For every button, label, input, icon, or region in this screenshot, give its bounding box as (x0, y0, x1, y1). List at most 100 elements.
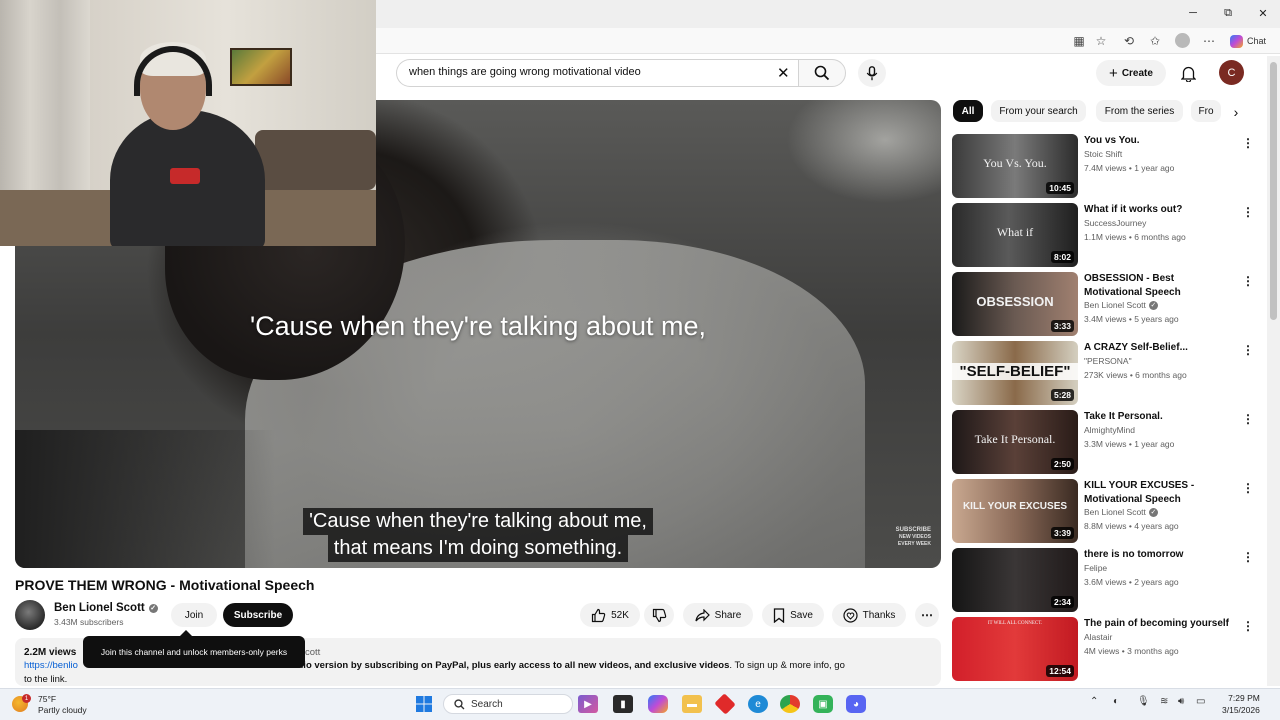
more-vertical-icon[interactable]: ⋮ (1242, 136, 1254, 150)
search-button[interactable] (798, 59, 846, 87)
green-app-icon[interactable]: ▣ (813, 695, 833, 713)
voice-search-button[interactable] (858, 59, 886, 87)
video-thumbnail[interactable]: OBSESSION 3:33 (952, 272, 1078, 336)
tray-app-icon[interactable]: ◐ (1113, 696, 1119, 707)
chat-button[interactable]: Chat (1230, 33, 1266, 49)
recommendation-item[interactable]: 2:34 there is no tomorrow Felipe 3.6M views… (952, 548, 1258, 612)
verified-icon: ✓ (1148, 507, 1158, 517)
clipchamp-app-icon[interactable]: ▶ (578, 695, 598, 713)
discord-app-icon[interactable]: ◕ (846, 695, 866, 713)
verified-icon: ✓ (1148, 300, 1158, 310)
tray-overflow-icon[interactable]: ⌃ (1090, 696, 1098, 707)
subscribe-watermark[interactable]: SUBSCRIBE NEW VIDEOS EVERY WEEK (896, 527, 931, 548)
volume-icon[interactable]: 🔊︎ (1178, 696, 1184, 707)
webcam-painting (230, 48, 292, 86)
maximize-button[interactable]: ⧉ (1216, 4, 1240, 22)
chrome-browser-icon[interactable] (780, 695, 800, 713)
channel-name-link[interactable]: Ben Lionel Scott ✓ (54, 602, 158, 614)
wifi-icon[interactable]: ≋ (1160, 696, 1168, 707)
extension-icon[interactable]: ⟲ (1121, 33, 1137, 49)
video-duration: 2:34 (1050, 596, 1074, 608)
start-button[interactable] (414, 695, 434, 713)
system-clock[interactable]: 7:29 PM 3/15/2026 (1222, 692, 1260, 716)
more-vertical-icon[interactable]: ⋮ (1242, 274, 1254, 288)
recommendation-title[interactable]: KILL YOUR EXCUSES - Motivational Speech (1084, 479, 1234, 506)
share-button[interactable]: Share (683, 603, 753, 627)
recommendation-item[interactable]: OBSESSION 3:33 OBSESSION - Best Motivation… (952, 272, 1258, 336)
recommendation-channel[interactable]: Alastair (1084, 632, 1112, 642)
channel-avatar[interactable] (15, 600, 45, 630)
recommendation-channel[interactable]: AlmightyMind (1084, 425, 1135, 435)
recommendation-title[interactable]: A CRAZY Self-Belief... (1084, 341, 1234, 355)
more-vertical-icon[interactable]: ⋮ (1242, 619, 1254, 633)
more-vertical-icon[interactable]: ⋮ (1242, 481, 1254, 495)
dislike-button[interactable] (644, 603, 674, 627)
more-vertical-icon[interactable]: ⋮ (1242, 343, 1254, 357)
notifications-button[interactable] (1178, 62, 1198, 84)
taskbar-search[interactable]: Search (443, 694, 573, 714)
video-thumbnail[interactable]: You Vs. You. 10:45 (952, 134, 1078, 198)
copilot-app-icon[interactable] (648, 695, 668, 713)
join-button[interactable]: Join (171, 603, 217, 627)
recommendation-meta: 3.6M views • 2 years ago (1084, 577, 1179, 587)
recommendation-item[interactable]: IT WILL ALL CONNECT. 12:54 The pain of bec… (952, 617, 1258, 681)
recommendation-meta: 3.3M views • 1 year ago (1084, 439, 1175, 449)
star-icon[interactable]: ☆ (1093, 33, 1109, 49)
recommendation-title[interactable]: The pain of becoming yourself (1084, 617, 1234, 631)
recommendation-item[interactable]: "SELF-BELIEF" 5:28 A CRAZY Self-Belief... "… (952, 341, 1258, 405)
recommendation-channel[interactable]: SuccessJourney (1084, 218, 1146, 228)
terminal-app-icon[interactable]: ▮ (613, 695, 633, 713)
minimize-button[interactable]: ─ (1181, 4, 1205, 22)
save-button[interactable]: Save (762, 603, 824, 627)
recommendation-channel[interactable]: Ben Lionel Scott ✓ (1084, 300, 1158, 310)
more-vertical-icon[interactable]: ⋮ (1242, 205, 1254, 219)
user-avatar[interactable]: C (1219, 60, 1244, 85)
video-thumbnail[interactable]: Take It Personal. 2:50 (952, 410, 1078, 474)
more-vertical-icon[interactable]: ⋮ (1242, 550, 1254, 564)
recommendation-title[interactable]: OBSESSION - Best Motivational Speech (1084, 272, 1234, 299)
battery-icon[interactable]: ▭ (1196, 696, 1205, 707)
clear-search-icon[interactable]: ✕ (777, 64, 790, 82)
search-input[interactable]: when things are going wrong motivational… (396, 59, 798, 87)
recommendation-channel[interactable]: "PERSONA" (1084, 356, 1132, 366)
create-button[interactable]: + Create (1096, 60, 1166, 86)
recommendation-item[interactable]: Take It Personal. 2:50 Take It Personal. Al… (952, 410, 1258, 474)
recommendation-item[interactable]: KILL YOUR EXCUSES 3:39 KILL YOUR EXCUSES -… (952, 479, 1258, 543)
grid-icon[interactable]: ▦ (1071, 33, 1087, 49)
recommendation-title[interactable]: there is no tomorrow (1084, 548, 1234, 562)
recommendation-item[interactable]: You Vs. You. 10:45 You vs You. Stoic Shift 7… (952, 134, 1258, 198)
description-link[interactable]: https://benlio (24, 660, 78, 671)
video-thumbnail[interactable]: What if 8:02 (952, 203, 1078, 267)
recommendation-title[interactable]: What if it works out? (1084, 203, 1234, 217)
recommendation-channel[interactable]: Felipe (1084, 563, 1107, 573)
file-explorer-icon[interactable]: ▬ (682, 695, 702, 713)
profile-avatar[interactable] (1175, 33, 1190, 48)
recommendation-channel[interactable]: Stoic Shift (1084, 149, 1122, 159)
favorites-icon[interactable]: ✩ (1147, 33, 1163, 49)
like-button[interactable]: 52K (580, 603, 640, 627)
video-thumbnail[interactable]: "SELF-BELIEF" 5:28 (952, 341, 1078, 405)
video-thumbnail[interactable]: KILL YOUR EXCUSES 3:39 (952, 479, 1078, 543)
video-thumbnail[interactable]: IT WILL ALL CONNECT. 12:54 (952, 617, 1078, 681)
filter-chip[interactable]: From your search (991, 100, 1086, 122)
filter-chip[interactable]: Fro (1191, 100, 1221, 122)
video-thumbnail[interactable]: 2:34 (952, 548, 1078, 612)
more-menu-icon[interactable]: ⋯ (1201, 33, 1217, 49)
close-window-button[interactable]: ✕ (1251, 4, 1275, 22)
edge-browser-icon[interactable]: e (748, 695, 768, 713)
watermark-line-2: NEW VIDEOS (899, 534, 931, 540)
chips-next-button[interactable]: › (1226, 102, 1246, 122)
recommendation-item[interactable]: What if 8:02 What if it works out? SuccessJ… (952, 203, 1258, 267)
filter-chip[interactable]: All (953, 100, 983, 122)
search-icon (814, 65, 830, 81)
tray-mic-icon[interactable]: 🎙︎ (1137, 696, 1150, 707)
scrollbar-thumb[interactable] (1270, 62, 1277, 320)
recommendation-channel[interactable]: Ben Lionel Scott ✓ (1084, 507, 1158, 517)
more-actions-button[interactable]: ⋯ (915, 603, 939, 627)
filter-chip[interactable]: From the series (1096, 100, 1183, 122)
recommendation-title[interactable]: You vs You. (1084, 134, 1234, 148)
recommendation-title[interactable]: Take It Personal. (1084, 410, 1234, 424)
subscribe-button[interactable]: Subscribe (223, 603, 293, 627)
thanks-button[interactable]: Thanks (832, 603, 906, 627)
more-vertical-icon[interactable]: ⋮ (1242, 412, 1254, 426)
